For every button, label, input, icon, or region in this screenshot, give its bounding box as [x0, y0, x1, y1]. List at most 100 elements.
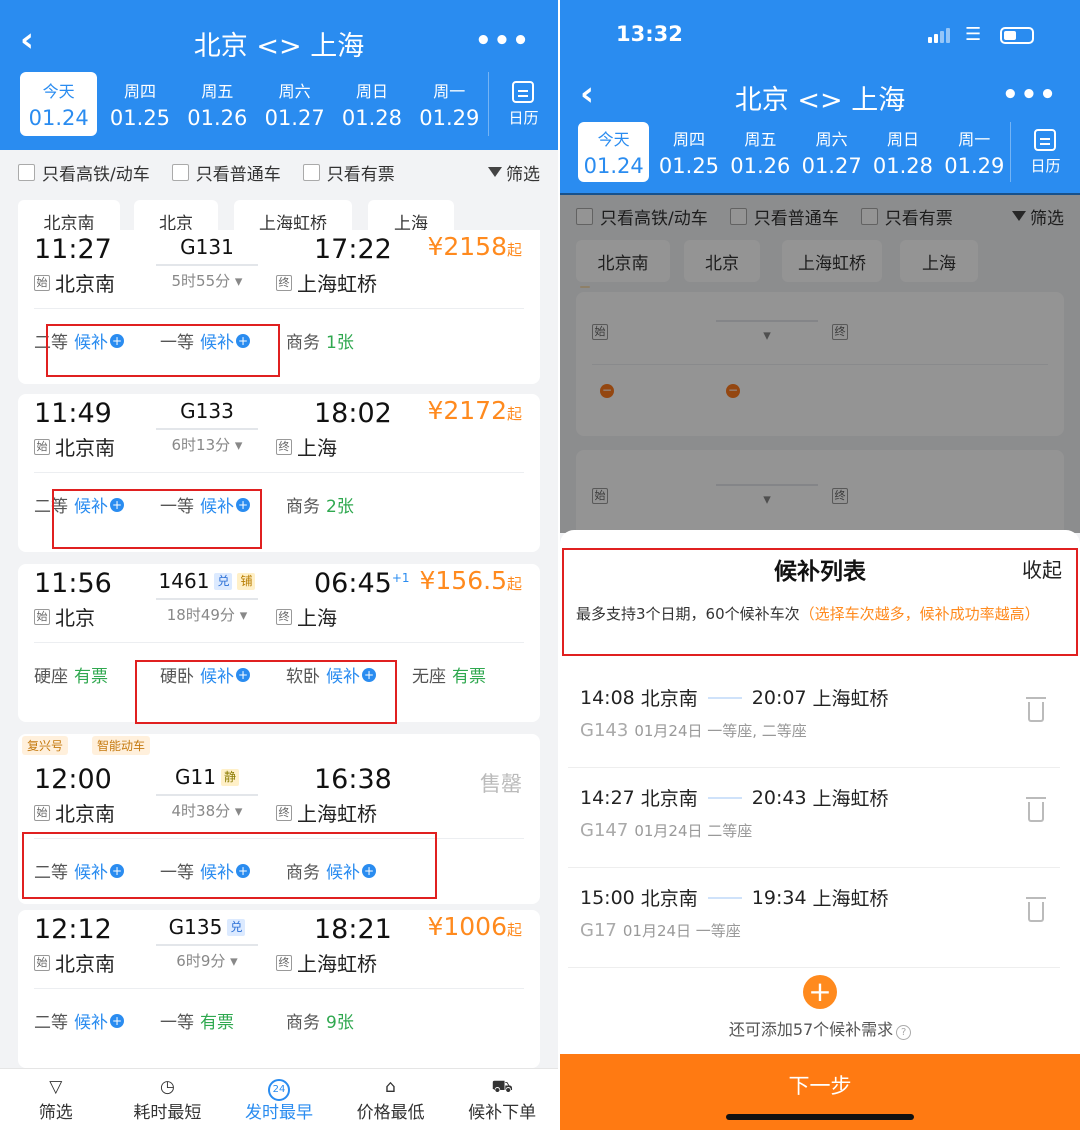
date-tab[interactable]: 周一 01.29 — [411, 72, 488, 136]
add-icon[interactable]: + — [110, 1013, 124, 1028]
home-indicator — [726, 1114, 914, 1120]
checkbox[interactable] — [171, 163, 189, 181]
add-icon[interactable]: + — [236, 497, 250, 512]
add-icon[interactable]: + — [110, 863, 124, 878]
date-tab[interactable]: 今天 01.24 — [20, 72, 98, 136]
train-card[interactable]: 复兴号 智能动车 12:00 始北京南 G11 静 4时38分 ▾ 16:38 终上海虹桥 售罄二… — [18, 734, 540, 904]
seat-option[interactable]: 商务 2张 — [286, 492, 354, 517]
seat-option[interactable]: 一等 候补 + — [160, 328, 250, 353]
add-icon[interactable]: + — [110, 333, 124, 348]
station-name: 北京 — [55, 606, 95, 630]
filter-button[interactable]: 筛选 — [488, 160, 540, 185]
seat-option[interactable]: 软卧 候补 + — [286, 662, 376, 687]
more-icon[interactable]: ••• — [475, 26, 531, 56]
seat-option[interactable]: 硬座 有票 — [34, 662, 108, 687]
checkbox[interactable] — [18, 163, 35, 181]
station-name: 上海 — [297, 606, 337, 630]
seat-status: 候补 — [74, 1013, 108, 1033]
waitlist-item[interactable]: 14:27 北京南 20:43 上海虹桥 G147 01月24日 二等座 — [560, 768, 1080, 868]
filter-label: 筛选 — [506, 164, 540, 185]
trash-icon[interactable] — [1026, 797, 1046, 822]
sheet-title: 候补列表 — [774, 559, 866, 585]
date-tab[interactable]: 周四 01.25 — [653, 122, 724, 182]
seat-option[interactable]: 二等 候补 + — [34, 492, 124, 517]
collapse-button[interactable]: 收起 — [1022, 554, 1062, 583]
train-card[interactable]: 11:27 始北京南 G131 5时55分 ▾ 17:22 终上海虹桥 ¥2158起 二等 候补… — [18, 230, 540, 384]
trash-icon[interactable] — [1026, 897, 1046, 922]
tab-item[interactable]: 24 发时最早 — [223, 1069, 335, 1130]
chevron-down-icon[interactable]: ▾ — [230, 802, 243, 820]
date-tab[interactable]: 周四 01.25 — [101, 72, 178, 136]
seat-option[interactable]: 二等 候补 + — [34, 858, 124, 883]
seat-option[interactable]: 商务 候补 + — [286, 858, 376, 883]
funnel-icon — [488, 167, 502, 177]
date-tab[interactable]: 周五 01.26 — [725, 122, 796, 182]
date-tab[interactable]: 今天 01.24 — [578, 122, 650, 182]
seat-option[interactable]: 一等 候补 + — [160, 492, 250, 517]
departure-time: 11:49 — [34, 398, 112, 429]
weekday-label: 周日 — [355, 82, 388, 101]
seat-status: 候补 — [200, 333, 234, 353]
seat-status: 候补 — [200, 863, 234, 883]
price-value: ¥2158 — [427, 232, 507, 261]
add-icon[interactable]: + — [236, 333, 250, 348]
chevron-down-icon[interactable]: ▾ — [235, 606, 248, 624]
add-icon[interactable]: + — [236, 863, 250, 878]
add-icon[interactable]: + — [362, 667, 376, 682]
chevron-down-icon[interactable]: ▾ — [230, 436, 243, 454]
help-icon[interactable]: ? — [896, 1025, 912, 1040]
tab-item[interactable]: ⌂ 价格最低 — [335, 1069, 447, 1130]
seat-option[interactable]: 硬卧 候补 + — [160, 662, 250, 687]
seat-option[interactable]: 二等 候补 + — [34, 328, 124, 353]
seat-option[interactable]: 商务 9张 — [286, 1008, 354, 1033]
more-icon[interactable]: ••• — [1002, 80, 1058, 110]
tab-item[interactable]: ▽ 筛选 — [0, 1069, 112, 1130]
arrival-time: 18:02 — [314, 398, 392, 429]
seat-status: 有票 — [452, 667, 486, 687]
calendar-button[interactable]: 日历 — [1009, 122, 1080, 182]
waitlist-item[interactable]: 15:00 北京南 19:34 上海虹桥 G17 01月24日 一等座 — [560, 868, 1080, 968]
date-tab[interactable]: 周六 01.27 — [796, 122, 867, 182]
date-tab[interactable]: 周日 01.28 — [333, 72, 410, 136]
filter-checkbox[interactable]: 只看有票 — [302, 160, 395, 185]
arrival-time-text: 18:02 — [314, 398, 392, 429]
seat-option[interactable]: 商务 1张 — [286, 328, 354, 353]
add-waitlist-button[interactable]: + — [803, 975, 837, 1009]
add-hint-text: 还可添加57个候补需求 — [728, 1020, 894, 1039]
sold-out-label: 售罄 — [480, 772, 522, 796]
filter-checkbox[interactable]: 只看普通车 — [171, 160, 281, 185]
train-card[interactable]: 12:12 始北京南 G135 兑 6时9分 ▾ 18:21 终上海虹桥 ¥1006起 二等 候补… — [18, 910, 540, 1068]
seat-option[interactable]: 一等 候补 + — [160, 858, 250, 883]
timer-icon: ◷ — [159, 1077, 175, 1097]
date-tab[interactable]: 周一 01.29 — [939, 122, 1010, 182]
date-tab[interactable]: 周五 01.26 — [179, 72, 256, 136]
start-tag: 始 — [34, 804, 50, 821]
checkbox[interactable] — [302, 163, 320, 181]
seat-option[interactable]: 一等 有票 — [160, 1008, 234, 1033]
seat-class: 商务 — [286, 497, 320, 517]
add-icon[interactable]: + — [362, 863, 376, 878]
seat-status: 候补 — [326, 863, 360, 883]
filter-checkbox[interactable]: 只看高铁/动车 — [18, 160, 150, 185]
tab-item[interactable]: ◷ 耗时最短 — [112, 1069, 224, 1130]
signal-icon — [928, 28, 950, 43]
calendar-button[interactable]: 日历 — [487, 72, 558, 136]
date-label: 01.26 — [187, 106, 248, 130]
seat-option[interactable]: 二等 候补 + — [34, 1008, 124, 1033]
date-tab[interactable]: 周六 01.27 — [256, 72, 333, 136]
seat-status: 有票 — [74, 667, 108, 687]
chevron-down-icon[interactable]: ▾ — [230, 272, 243, 290]
tab-item[interactable]: ⛟ 候补下单 — [446, 1069, 558, 1130]
seat-option[interactable]: 无座 有票 — [412, 662, 486, 687]
train-card[interactable]: 11:49 始北京南 G133 6时13分 ▾ 18:02 终上海 ¥2172起 二等 候补 + 一… — [18, 394, 540, 552]
trash-icon[interactable] — [1026, 697, 1046, 722]
add-icon[interactable]: + — [110, 497, 124, 512]
add-icon[interactable]: + — [236, 667, 250, 682]
seat-class: 硬卧 — [160, 667, 194, 687]
arrival-station: 上海虹桥 — [812, 788, 889, 810]
date-tab[interactable]: 周日 01.28 — [867, 122, 938, 182]
separator — [568, 967, 1060, 968]
waitlist-item[interactable]: 14:08 北京南 20:07 上海虹桥 G143 01月24日 一等座, 二等座 — [560, 668, 1080, 768]
chevron-down-icon[interactable]: ▾ — [225, 952, 238, 970]
train-card[interactable]: 11:56 始北京 1461 兑铺 18时49分 ▾ 06:45+1 终上海 ¥156.5起硬… — [18, 564, 540, 722]
